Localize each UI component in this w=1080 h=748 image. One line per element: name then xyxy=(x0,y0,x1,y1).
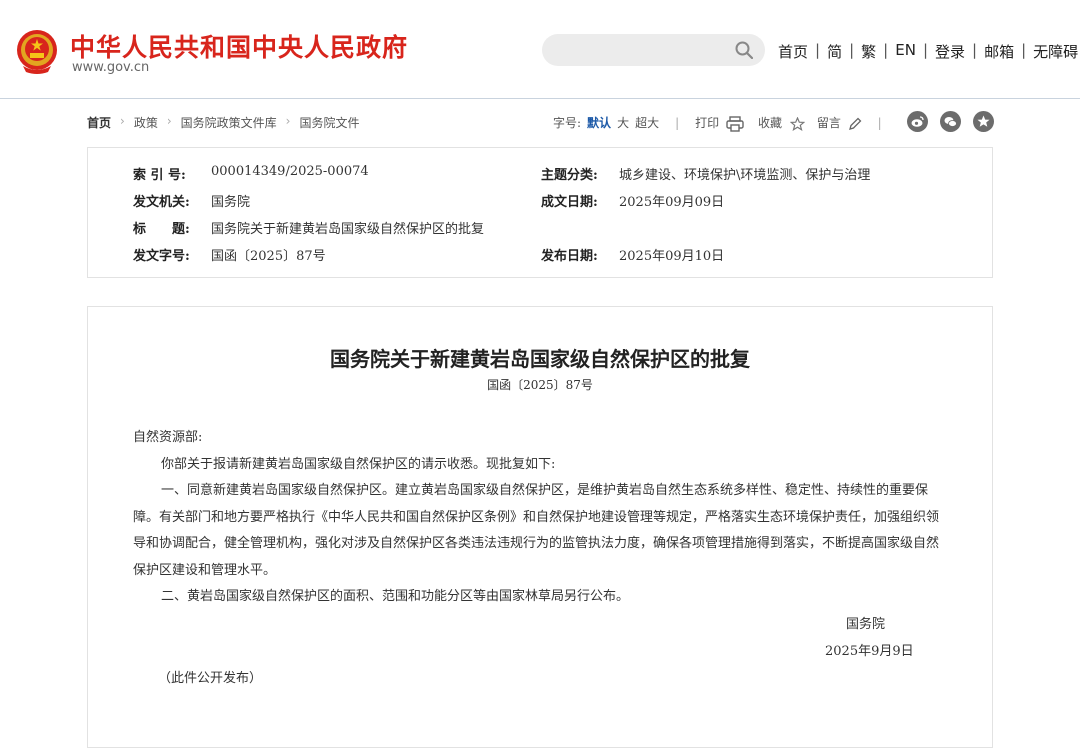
issuer-value: 国务院 xyxy=(211,195,251,210)
doc-number-label: 发文字号: xyxy=(133,249,190,264)
font-size-xlarge[interactable]: 超大 xyxy=(635,114,659,131)
topic-value: 城乡建设、环境保护\环境监测、保护与治理 xyxy=(619,168,871,183)
nav-mail[interactable]: 邮箱 xyxy=(984,41,1014,62)
meta-row: 发文机关: 国务院 成文日期: 2025年09月09日 xyxy=(88,191,992,211)
favorite-button[interactable]: 收藏 xyxy=(757,114,806,131)
comment-label: 留言 xyxy=(816,116,841,131)
meta-row: 标 题: 国务院关于新建黄岩岛国家级自然保护区的批复 xyxy=(88,218,992,238)
breadcrumb-home[interactable]: 首页 xyxy=(87,114,111,131)
paragraph: 二、黄岩岛国家级自然保护区的面积、范围和功能分区等由国家林草局另行公布。 xyxy=(161,589,630,604)
weibo-icon[interactable] xyxy=(907,111,928,132)
document-title: 国务院关于新建黄岩岛国家级自然保护区的批复 xyxy=(330,347,750,371)
print-label: 打印 xyxy=(695,116,720,130)
font-size-large[interactable]: 大 xyxy=(617,114,629,131)
nav-accessibility[interactable]: 无障碍 xyxy=(1033,41,1078,62)
breadcrumb-bar: 首页 › 政策 › 国务院政策文件库 › 国务院文件 字号: 默认 大 超大 |… xyxy=(87,111,994,132)
search-icon[interactable] xyxy=(735,41,753,59)
site-header: 中华人民共和国中央人民政府 www.gov.cn 首页 | 简 | 繁 | EN… xyxy=(0,0,1080,99)
meta-row: 发文字号: 国函〔2025〕87号 发布日期: 2025年09月10日 xyxy=(88,245,992,265)
search-box[interactable] xyxy=(542,34,765,66)
doc-number-value: 国函〔2025〕87号 xyxy=(211,249,326,264)
paragraph: 一、同意新建黄岩岛国家级自然保护区。建立黄岩岛国家级自然保护区，是维护黄岩岛自然… xyxy=(133,483,940,578)
printer-icon xyxy=(726,115,744,132)
paragraph: 你部关于报请新建黄岩岛国家级自然保护区的请示收悉。现批复如下: xyxy=(161,456,556,472)
publish-date-label: 发布日期: xyxy=(541,249,598,264)
nav-separator: | xyxy=(883,41,889,59)
divider: | xyxy=(877,115,882,130)
nav-english[interactable]: EN xyxy=(895,41,916,62)
meta-row: 索 引 号: 000014349/2025-00074 主题分类: 城乡建设、环… xyxy=(88,164,992,184)
article-tools: 字号: 默认 大 超大 | 打印 收藏 留言 | xyxy=(553,114,898,132)
nav-separator: | xyxy=(922,41,928,59)
document-text: 自然资源部: 你部关于报请新建黄岩岛国家级自然保护区的请示收悉。现批复如下: 一… xyxy=(133,425,948,611)
document-number: 国函〔2025〕87号 xyxy=(487,378,593,392)
signing-date: 2025年9月9日 xyxy=(825,644,914,659)
share-icons xyxy=(907,111,1006,132)
index-value: 000014349/2025-00074 xyxy=(211,164,369,179)
title-value: 国务院关于新建黄岩岛国家级自然保护区的批复 xyxy=(211,222,485,237)
index-label: 索 引 号: xyxy=(133,168,186,183)
nav-home[interactable]: 首页 xyxy=(778,41,808,62)
signature: 国务院 xyxy=(846,617,886,632)
breadcrumb-state-council-docs[interactable]: 国务院文件 xyxy=(299,114,359,131)
nav-separator: | xyxy=(972,41,978,59)
publication-note: （此件公开发布） xyxy=(158,671,263,686)
site-name[interactable]: 中华人民共和国中央人民政府 xyxy=(70,28,408,64)
nav-login[interactable]: 登录 xyxy=(935,41,965,62)
document-metadata: 索 引 号: 000014349/2025-00074 主题分类: 城乡建设、环… xyxy=(87,147,993,278)
chevron-right-icon: › xyxy=(285,114,291,128)
favorite-label: 收藏 xyxy=(757,116,782,131)
salutation: 自然资源部: xyxy=(133,430,203,445)
nav-separator: | xyxy=(849,41,855,59)
divider: | xyxy=(675,115,680,130)
star-icon xyxy=(789,116,806,131)
nav-simplified[interactable]: 简 xyxy=(827,41,842,62)
star-share-icon[interactable] xyxy=(973,111,994,132)
font-size-label: 字号: xyxy=(553,116,582,131)
breadcrumb-policy-library[interactable]: 国务院政策文件库 xyxy=(181,114,277,131)
issuer-label: 发文机关: xyxy=(133,195,190,210)
pencil-icon xyxy=(848,117,862,130)
publish-date-value: 2025年09月10日 xyxy=(619,249,725,264)
chevron-right-icon: › xyxy=(120,114,125,128)
breadcrumb-policy[interactable]: 政策 xyxy=(134,114,158,131)
wechat-icon[interactable] xyxy=(940,111,961,132)
site-domain[interactable]: www.gov.cn xyxy=(72,60,149,75)
title-label: 标 题: xyxy=(133,222,190,237)
chevron-right-icon: › xyxy=(166,114,172,128)
comment-button[interactable]: 留言 xyxy=(817,114,862,131)
nav-separator: | xyxy=(815,41,821,59)
print-button[interactable]: 打印 xyxy=(695,114,744,132)
font-size-default[interactable]: 默认 xyxy=(587,114,611,131)
breadcrumb: 首页 › 政策 › 国务院政策文件库 › 国务院文件 xyxy=(87,114,360,131)
topic-label: 主题分类: xyxy=(541,168,598,183)
written-date-label: 成文日期: xyxy=(541,195,598,210)
nav-separator: | xyxy=(1021,41,1027,59)
top-nav: 首页 | 简 | 繁 | EN | 登录 | 邮箱 | 无障碍 xyxy=(778,41,1078,62)
document-body: 国务院关于新建黄岩岛国家级自然保护区的批复 国函〔2025〕87号 自然资源部:… xyxy=(87,306,993,748)
national-emblem-icon[interactable] xyxy=(15,28,59,76)
written-date-value: 2025年09月09日 xyxy=(619,195,725,210)
nav-traditional[interactable]: 繁 xyxy=(861,41,876,62)
